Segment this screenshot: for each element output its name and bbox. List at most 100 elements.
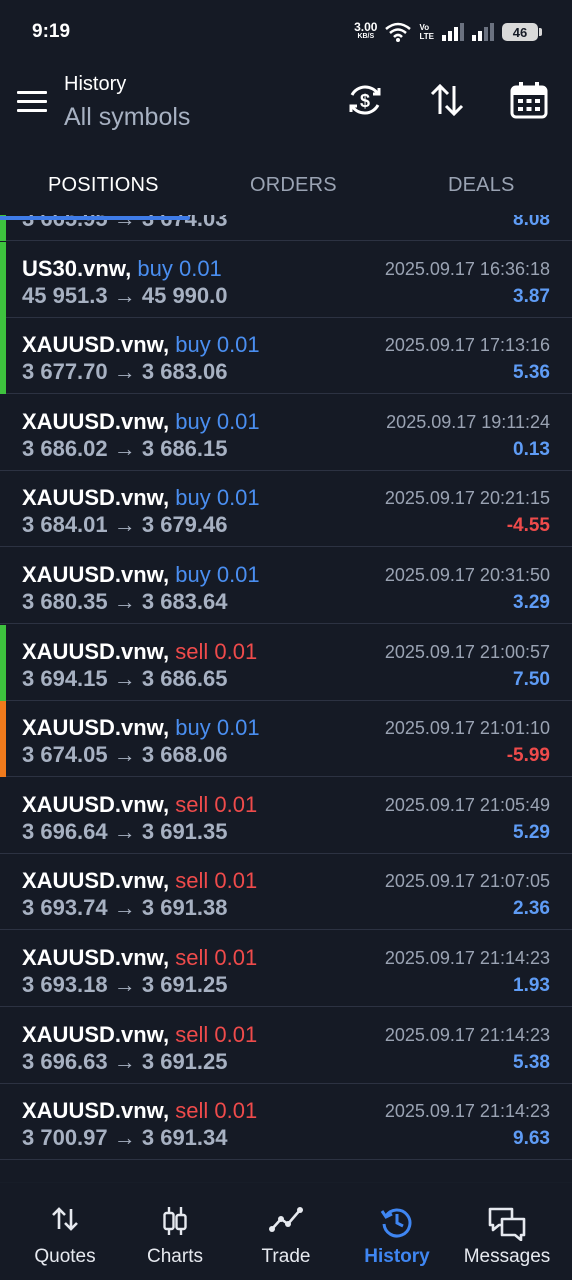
- position-row[interactable]: XAUUSD.vnw, buy 0.01 3 677.70 → 3 683.06 2…: [0, 318, 572, 395]
- position-profit: 7.50: [513, 668, 550, 690]
- position-row[interactable]: XAUUSD.vnw, buy 0.01 3 684.01 → 3 679.46 2…: [0, 471, 572, 548]
- positions-list[interactable]: 3 665.95 → 3 674.03 8.08 US30.vnw, buy 0.0…: [0, 215, 572, 1182]
- position-prices: 3 680.35 → 3 683.64: [22, 589, 228, 614]
- nav-messages-label: Messages: [463, 1246, 551, 1267]
- position-symbol: XAUUSD.vnw, buy 0.01: [22, 408, 260, 434]
- position-row[interactable]: XAUUSD.vnw, buy 0.01 3 674.05 → 3 668.06 2…: [0, 701, 572, 778]
- position-side: buy: [137, 255, 173, 281]
- position-symbol: XAUUSD.vnw, sell 0.01: [22, 1021, 258, 1047]
- position-row[interactable]: XAUUSD.vnw, buy 0.01 3 680.35 → 3 683.64 2…: [0, 548, 572, 624]
- tab-bar: POSITIONS ORDERS DEALS: [0, 160, 572, 210]
- position-profit: 1.93: [513, 975, 550, 996]
- position-side: sell: [175, 945, 209, 970]
- position-row[interactable]: XAUUSD.vnw, sell 0.01 3 700.97 → 3 691.34…: [0, 1084, 572, 1161]
- dollar-sync-icon[interactable]: $: [345, 80, 385, 120]
- tab-deals[interactable]: DEALS: [448, 174, 515, 197]
- signal-icon-2: [472, 23, 494, 41]
- svg-text:$: $: [360, 91, 370, 111]
- position-volume: 0.01: [214, 1021, 258, 1047]
- position-symbol: XAUUSD.vnw, sell 0.01: [22, 791, 258, 817]
- sort-icon[interactable]: [427, 80, 467, 120]
- nav-history[interactable]: History: [340, 1183, 454, 1280]
- history-clock-icon: [380, 1208, 412, 1238]
- position-volume: 0.01: [178, 255, 222, 281]
- status-indicators: 3.00 KB/S Vo LTE 46: [354, 18, 542, 46]
- signal-icon: [442, 23, 464, 41]
- position-volume: 0.01: [216, 485, 260, 511]
- symbol-filter[interactable]: All symbols: [64, 103, 190, 132]
- position-symbol: XAUUSD.vnw, buy 0.01: [22, 715, 260, 741]
- nav-messages[interactable]: Messages: [450, 1183, 564, 1280]
- nav-trade[interactable]: Trade: [229, 1183, 343, 1280]
- position-close-time: 2025.09.17 16:36:18: [384, 258, 550, 279]
- status-bar: 9:19 3.00 KB/S Vo LTE 46: [0, 0, 572, 62]
- position-side: buy: [175, 408, 211, 434]
- position-prices: 3 700.97 → 3 691.34: [22, 1125, 228, 1151]
- position-close-time: 2025.09.17 21:14:23: [384, 948, 550, 968]
- nav-charts[interactable]: Charts: [118, 1183, 232, 1280]
- position-profit: -4.55: [506, 515, 550, 537]
- position-prices: 3 686.02 → 3 686.15: [22, 435, 228, 461]
- position-row[interactable]: XAUUSD.vnw, sell 0.01 3 693.18 → 3 691.25…: [0, 931, 572, 1007]
- position-prices: 3 677.70 → 3 683.06: [22, 359, 228, 385]
- position-row[interactable]: XAUUSD.vnw, sell 0.01 3 696.64 → 3 691.35…: [0, 778, 572, 854]
- position-side: buy: [175, 562, 211, 587]
- position-symbol: XAUUSD.vnw, sell 0.01: [22, 1098, 258, 1124]
- position-prices: 3 684.01 → 3 679.46: [22, 512, 228, 538]
- position-row[interactable]: XAUUSD.vnw, sell 0.01 3 693.74 → 3 691.38…: [0, 854, 572, 931]
- position-side: buy: [175, 332, 211, 358]
- position-profit: 8.08: [513, 215, 550, 230]
- position-prices: 3 693.74 → 3 691.38: [22, 895, 228, 921]
- position-profit: 5.29: [513, 821, 550, 843]
- quotes-arrows-icon: [52, 1207, 78, 1231]
- page-supertitle: History: [64, 73, 127, 95]
- position-prices: 3 674.05 → 3 668.06: [22, 742, 228, 768]
- position-profit: 3.87: [513, 285, 550, 307]
- wifi-icon: [385, 22, 412, 42]
- menu-icon[interactable]: [17, 91, 47, 113]
- position-profit: 5.38: [513, 1051, 550, 1073]
- position-volume: 0.01: [214, 945, 258, 970]
- position-symbol: XAUUSD.vnw, buy 0.01: [22, 485, 260, 511]
- trade-line-icon: [269, 1207, 303, 1232]
- position-row[interactable]: XAUUSD.vnw, sell 0.01 3 696.63 → 3 691.25…: [0, 1008, 572, 1084]
- position-status-edge: [0, 318, 6, 395]
- position-prices: 3 696.64 → 3 691.35: [22, 818, 228, 844]
- position-row[interactable]: XAUUSD.vnw, sell 0.01 3 694.15 → 3 686.65…: [0, 624, 572, 701]
- position-symbol: XAUUSD.vnw, buy 0.01: [22, 562, 260, 587]
- nav-charts-label: Charts: [147, 1246, 203, 1267]
- messages-icon: [488, 1207, 526, 1241]
- position-prices: 45 951.3 → 45 990.0: [22, 282, 228, 308]
- position-volume: 0.01: [214, 638, 258, 664]
- tab-orders[interactable]: ORDERS: [250, 174, 337, 197]
- position-close-time: 2025.09.17 21:14:23: [384, 1024, 550, 1045]
- position-volume: 0.01: [214, 791, 258, 817]
- position-side: sell: [175, 1021, 209, 1047]
- position-close-time: 2025.09.17 21:14:23: [384, 1101, 550, 1122]
- status-time: 9:19: [32, 21, 71, 42]
- bottom-navigation: Quotes Charts Trade History Messages: [0, 1182, 572, 1280]
- position-row[interactable]: XAUUSD.vnw, buy 0.01 3 686.02 → 3 686.15 2…: [0, 395, 572, 471]
- position-profit: 9.63: [513, 1128, 550, 1150]
- position-row[interactable]: US30.vnw, buy 0.01 45 951.3 → 45 990.0 202…: [0, 241, 572, 318]
- position-volume: 0.01: [216, 562, 260, 587]
- nav-trade-label: Trade: [261, 1246, 311, 1267]
- nav-history-label: History: [364, 1246, 430, 1267]
- position-prices: 3 694.15 → 3 686.65: [22, 665, 228, 691]
- position-close-time: 2025.09.17 21:01:10: [384, 718, 550, 739]
- position-side: sell: [175, 1098, 209, 1124]
- position-volume: 0.01: [216, 408, 260, 434]
- calendar-icon[interactable]: [509, 80, 549, 120]
- volte-indicator: Vo LTE: [419, 23, 434, 41]
- nav-quotes[interactable]: Quotes: [8, 1183, 122, 1280]
- position-close-time: 2025.09.17 21:05:49: [384, 794, 550, 815]
- scroll-indicator: [0, 216, 190, 220]
- position-close-time: 2025.09.17 20:31:50: [384, 565, 550, 585]
- position-status-edge: [0, 701, 6, 778]
- position-profit: 3.29: [513, 592, 550, 613]
- position-volume: 0.01: [216, 715, 260, 741]
- position-profit: -5.99: [506, 745, 550, 767]
- position-close-time: 2025.09.17 21:00:57: [384, 641, 550, 662]
- position-profit: 2.36: [513, 898, 550, 920]
- tab-positions[interactable]: POSITIONS: [48, 174, 159, 197]
